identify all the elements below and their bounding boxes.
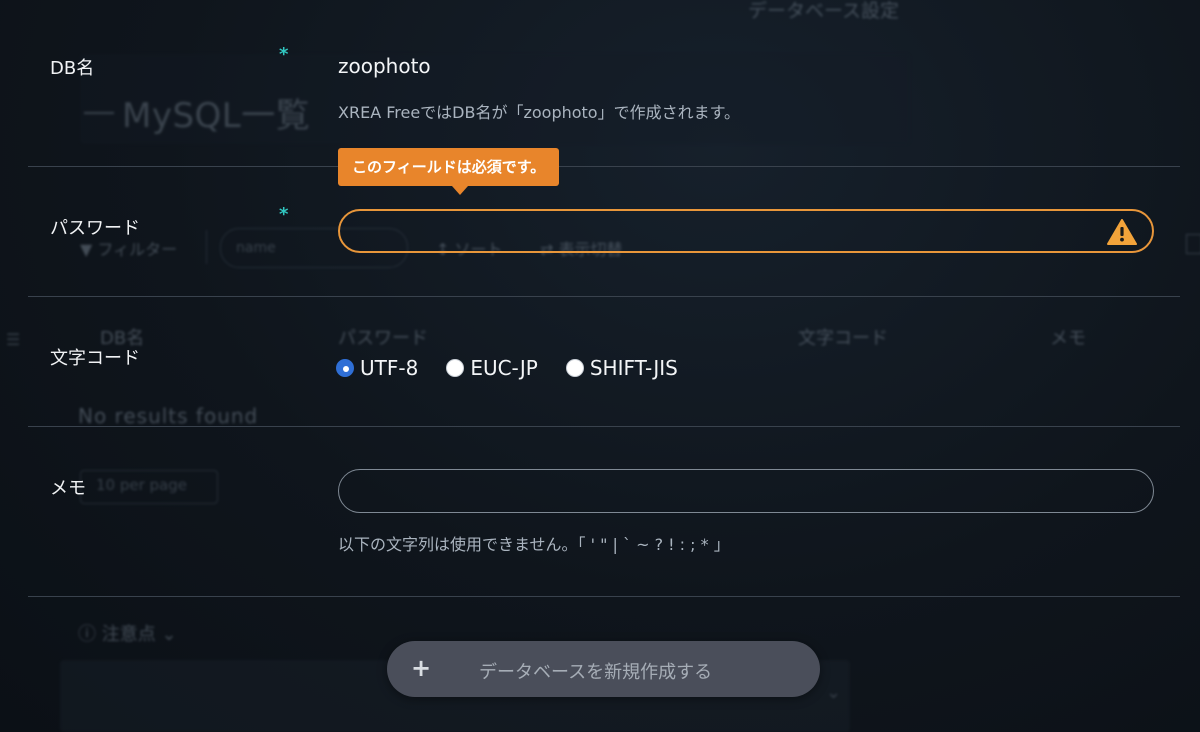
- bg-no-results: No results found: [78, 404, 259, 428]
- db-name-value: zoophoto: [338, 54, 431, 78]
- charset-label: 文字コード: [50, 348, 140, 369]
- bg-title-rule: [84, 112, 114, 114]
- charset-radio-group: UTF-8 EUC-JP SHIFT-JIS: [336, 354, 706, 382]
- create-database-label: データベースを新規作成する: [479, 662, 713, 683]
- memo-input[interactable]: [338, 469, 1154, 513]
- validation-tooltip: このフィールドは必須です。: [338, 148, 560, 186]
- row-divider: [28, 426, 1180, 427]
- radio-label: EUC-JP: [470, 356, 538, 380]
- bg-divider: [206, 230, 207, 264]
- bg-toolbar-icon: [1186, 234, 1200, 254]
- memo-label: メモ: [50, 478, 86, 499]
- memo-helper: 以下の文字列は使用できません。「 ' " | ` ~ ? ! : ; * 」: [338, 535, 730, 554]
- bg-column-header: メモ: [1050, 328, 1086, 349]
- create-database-button[interactable]: + データベースを新規作成する: [387, 641, 820, 697]
- warning-triangle-icon: [1107, 219, 1137, 245]
- bg-header-title: データベース設定: [748, 0, 900, 22]
- charset-option-shiftjis[interactable]: SHIFT-JIS: [565, 356, 678, 380]
- charset-option-eucjp[interactable]: EUC-JP: [446, 356, 538, 380]
- radio-label: SHIFT-JIS: [589, 356, 678, 380]
- plus-icon: +: [411, 654, 432, 682]
- radio-button[interactable]: [446, 359, 465, 377]
- bg-column-header: パスワード: [338, 328, 428, 349]
- modal-screen: データベース設定 MySQL一覧 ▼ フィルター name ↕ ソート ⇄ 表示…: [0, 0, 1200, 732]
- bg-per-page-label: 10 per page: [96, 476, 188, 494]
- required-asterisk-icon: *: [279, 44, 289, 65]
- required-asterisk-icon: *: [279, 204, 289, 225]
- radio-button[interactable]: [565, 359, 584, 377]
- db-name-helper: XREA FreeではDB名が「zoophoto」で作成されます。: [338, 103, 740, 122]
- bg-chevron-down-icon: ⌄: [826, 682, 842, 703]
- bg-caution-label: 注意点: [101, 624, 156, 645]
- radio-label: UTF-8: [360, 356, 419, 380]
- bg-name-placeholder: name: [236, 240, 276, 256]
- row-divider: [28, 166, 1180, 167]
- radio-button-checked[interactable]: [336, 359, 354, 377]
- bg-column-header: 文字コード: [798, 328, 888, 349]
- bg-caution-toggle: ⓘ 注意点 ⌄: [78, 624, 177, 645]
- charset-option-utf8[interactable]: UTF-8: [336, 356, 418, 380]
- db-name-label: DB名: [50, 58, 95, 79]
- password-label: パスワード: [50, 218, 140, 239]
- row-divider: [28, 596, 1180, 597]
- bg-menu-icon: ☰: [6, 330, 21, 349]
- password-input[interactable]: [338, 209, 1154, 253]
- row-divider: [28, 296, 1180, 297]
- tooltip-arrow: [452, 186, 468, 195]
- bg-page-title: MySQL一覧: [122, 96, 311, 136]
